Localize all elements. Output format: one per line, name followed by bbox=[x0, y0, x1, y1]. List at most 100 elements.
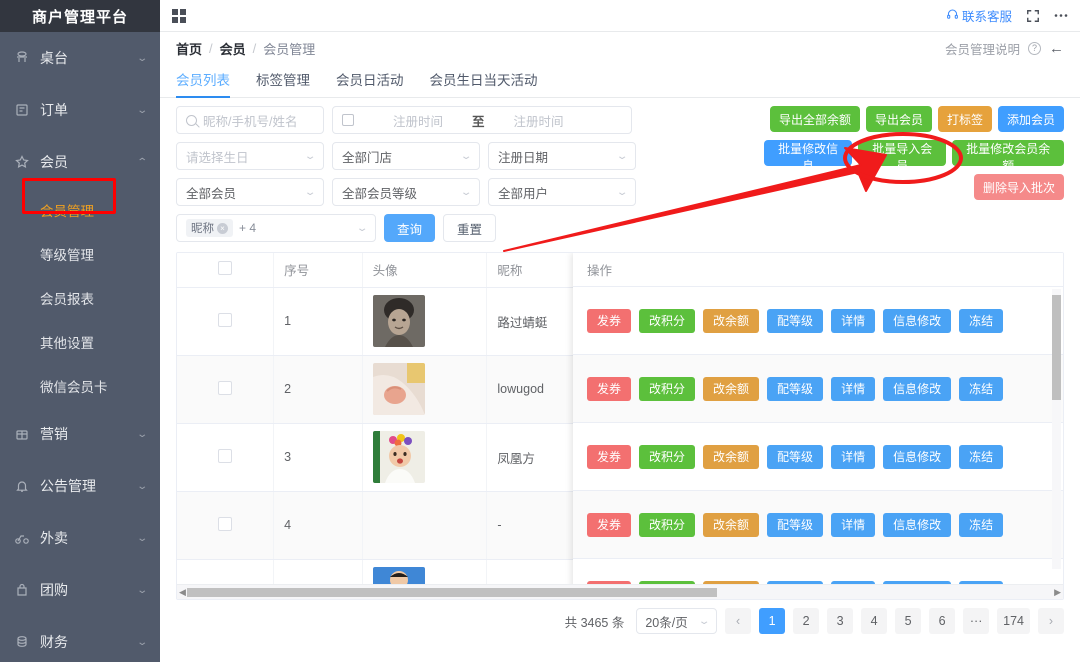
member-level-select[interactable]: 全部会员等级 ⌄ bbox=[332, 178, 480, 206]
table-icon bbox=[14, 50, 36, 66]
edit-points-button[interactable]: 改积分 bbox=[639, 308, 696, 333]
scroll-right-icon[interactable]: ▶ bbox=[1054, 587, 1061, 598]
birthday-select[interactable]: 请选择生日 ⌄ bbox=[176, 142, 324, 170]
register-date-range[interactable]: 注册时间 至 注册时间 bbox=[332, 106, 632, 134]
delete-import-batch-button[interactable]: 删除导入批次 bbox=[973, 174, 1064, 200]
sidebar-item-other-settings[interactable]: 其他设置 bbox=[0, 320, 160, 364]
page-ellipsis[interactable]: ··· bbox=[963, 608, 990, 634]
issue-coupon-button[interactable]: 发券 bbox=[587, 376, 632, 401]
table-vertical-scroll-thumb[interactable] bbox=[1052, 295, 1061, 400]
row-checkbox[interactable] bbox=[218, 516, 233, 531]
freeze-button[interactable]: 冻结 bbox=[959, 308, 1004, 333]
prev-page-button[interactable]: ‹ bbox=[725, 608, 752, 634]
edit-points-button[interactable]: 改积分 bbox=[639, 512, 696, 537]
assign-level-button[interactable]: 配等级 bbox=[767, 444, 824, 469]
table-horizontal-scroll-thumb[interactable] bbox=[187, 588, 717, 597]
page-button-last[interactable]: 174 bbox=[997, 608, 1030, 634]
row-checkbox[interactable] bbox=[218, 380, 233, 395]
breadcrumb-section[interactable]: 会员 bbox=[220, 39, 246, 58]
breadcrumb-home[interactable]: 首页 bbox=[176, 39, 202, 58]
tag-chip-nickname[interactable]: 昵称 × bbox=[186, 219, 233, 237]
edit-info-button[interactable]: 信息修改 bbox=[883, 444, 952, 469]
assign-level-button[interactable]: 配等级 bbox=[767, 376, 824, 401]
add-tag-button[interactable]: 打标签 bbox=[937, 106, 992, 132]
select-all-checkbox[interactable] bbox=[218, 261, 233, 276]
issue-coupon-button[interactable]: 发券 bbox=[587, 444, 632, 469]
help-label[interactable]: 会员管理说明 bbox=[945, 39, 1020, 58]
member-type-select[interactable]: 全部会员 ⌄ bbox=[176, 178, 324, 206]
sidebar-item-announcements[interactable]: 公告管理 ⌄ bbox=[0, 460, 160, 512]
sidebar-item-member-report[interactable]: 会员报表 bbox=[0, 276, 160, 320]
tab-member-day-activity[interactable]: 会员日活动 bbox=[336, 69, 404, 97]
question-circle-icon[interactable]: ? bbox=[1028, 41, 1041, 55]
details-button[interactable]: 详情 bbox=[831, 376, 876, 401]
breadcrumb-separator: / bbox=[252, 40, 257, 56]
tab-tag-management[interactable]: 标签管理 bbox=[256, 69, 310, 97]
arrow-left-icon[interactable]: ← bbox=[1049, 40, 1064, 57]
sidebar-item-orders[interactable]: 订单 ⌄ bbox=[0, 84, 160, 136]
freeze-button[interactable]: 冻结 bbox=[959, 376, 1004, 401]
batch-edit-balance-button[interactable]: 批量修改会员余额 bbox=[952, 140, 1064, 173]
sidebar-item-level-management[interactable]: 等级管理 bbox=[0, 232, 160, 276]
edit-balance-button[interactable]: 改余额 bbox=[703, 512, 760, 537]
contact-support-link[interactable]: 联系客服 bbox=[946, 6, 1012, 25]
row-index: 2 bbox=[273, 355, 363, 424]
row-checkbox[interactable] bbox=[218, 312, 233, 327]
add-member-button[interactable]: 添加会员 bbox=[997, 106, 1064, 132]
sidebar-item-takeout[interactable]: 外卖 ⌄ bbox=[0, 512, 160, 564]
details-button[interactable]: 详情 bbox=[831, 308, 876, 333]
page-button-6[interactable]: 6 bbox=[929, 608, 956, 634]
close-icon[interactable]: × bbox=[217, 222, 228, 234]
column-tag-select[interactable]: 昵称 × + 4 ⌄ bbox=[176, 214, 376, 242]
search-input[interactable]: 昵称/手机号/姓名 bbox=[176, 106, 324, 134]
fullscreen-icon[interactable] bbox=[1026, 9, 1040, 23]
edit-info-button[interactable]: 信息修改 bbox=[883, 512, 952, 537]
sidebar-item-wechat-card[interactable]: 微信会员卡 bbox=[0, 364, 160, 408]
sidebar-item-groupbuy[interactable]: 团购 ⌄ bbox=[0, 564, 160, 616]
batch-import-members-button[interactable]: 批量导入会员 bbox=[858, 140, 947, 173]
page-size-select[interactable]: 20条/页 ⌄ bbox=[636, 608, 718, 634]
scroll-left-icon[interactable]: ◀ bbox=[179, 587, 186, 598]
page-button-2[interactable]: 2 bbox=[793, 608, 820, 634]
search-button[interactable]: 查询 bbox=[384, 214, 436, 242]
sidebar-item-members[interactable]: 会员 ⌃ bbox=[0, 136, 160, 188]
freeze-button[interactable]: 冻结 bbox=[959, 444, 1004, 469]
tab-member-list[interactable]: 会员列表 bbox=[176, 69, 230, 98]
issue-coupon-button[interactable]: 发券 bbox=[587, 308, 632, 333]
store-select[interactable]: 全部门店 ⌄ bbox=[332, 142, 480, 170]
page-button-4[interactable]: 4 bbox=[861, 608, 888, 634]
assign-level-button[interactable]: 配等级 bbox=[767, 512, 824, 537]
edit-balance-button[interactable]: 改余额 bbox=[703, 444, 760, 469]
freeze-button[interactable]: 冻结 bbox=[959, 512, 1004, 537]
register-date-select[interactable]: 注册日期 ⌄ bbox=[488, 142, 636, 170]
edit-info-button[interactable]: 信息修改 bbox=[883, 376, 952, 401]
sidebar-item-member-management[interactable]: 会员管理 bbox=[0, 188, 160, 232]
export-all-balance-button[interactable]: 导出全部余额 bbox=[769, 106, 860, 132]
reset-button[interactable]: 重置 bbox=[443, 214, 497, 242]
edit-balance-button[interactable]: 改余额 bbox=[703, 308, 760, 333]
sidebar-item-finance[interactable]: 财务 ⌄ bbox=[0, 616, 160, 662]
tab-birthday-activity[interactable]: 会员生日当天活动 bbox=[430, 69, 538, 97]
table-horizontal-scrollbar[interactable]: ◀ ▶ bbox=[177, 584, 1063, 599]
more-dots-icon[interactable] bbox=[1054, 13, 1068, 18]
table-vertical-scrollbar[interactable] bbox=[1052, 289, 1061, 569]
export-members-button[interactable]: 导出会员 bbox=[865, 106, 932, 132]
details-button[interactable]: 详情 bbox=[831, 444, 876, 469]
edit-info-button[interactable]: 信息修改 bbox=[883, 308, 952, 333]
page-button-3[interactable]: 3 bbox=[827, 608, 854, 634]
details-button[interactable]: 详情 bbox=[831, 512, 876, 537]
edit-points-button[interactable]: 改积分 bbox=[639, 376, 696, 401]
sidebar-item-marketing[interactable]: 营销 ⌄ bbox=[0, 408, 160, 460]
batch-edit-info-button[interactable]: 批量修改信息 bbox=[764, 140, 853, 173]
edit-points-button[interactable]: 改积分 bbox=[639, 444, 696, 469]
grid-apps-icon[interactable] bbox=[172, 8, 186, 23]
row-checkbox[interactable] bbox=[218, 448, 233, 463]
edit-balance-button[interactable]: 改余额 bbox=[703, 376, 760, 401]
issue-coupon-button[interactable]: 发券 bbox=[587, 512, 632, 537]
page-button-5[interactable]: 5 bbox=[895, 608, 922, 634]
page-button-1[interactable]: 1 bbox=[759, 608, 786, 634]
next-page-button[interactable]: › bbox=[1038, 608, 1064, 634]
assign-level-button[interactable]: 配等级 bbox=[767, 308, 824, 333]
user-type-select[interactable]: 全部用户 ⌄ bbox=[488, 178, 636, 206]
sidebar-item-desk[interactable]: 桌台 ⌄ bbox=[0, 32, 160, 84]
